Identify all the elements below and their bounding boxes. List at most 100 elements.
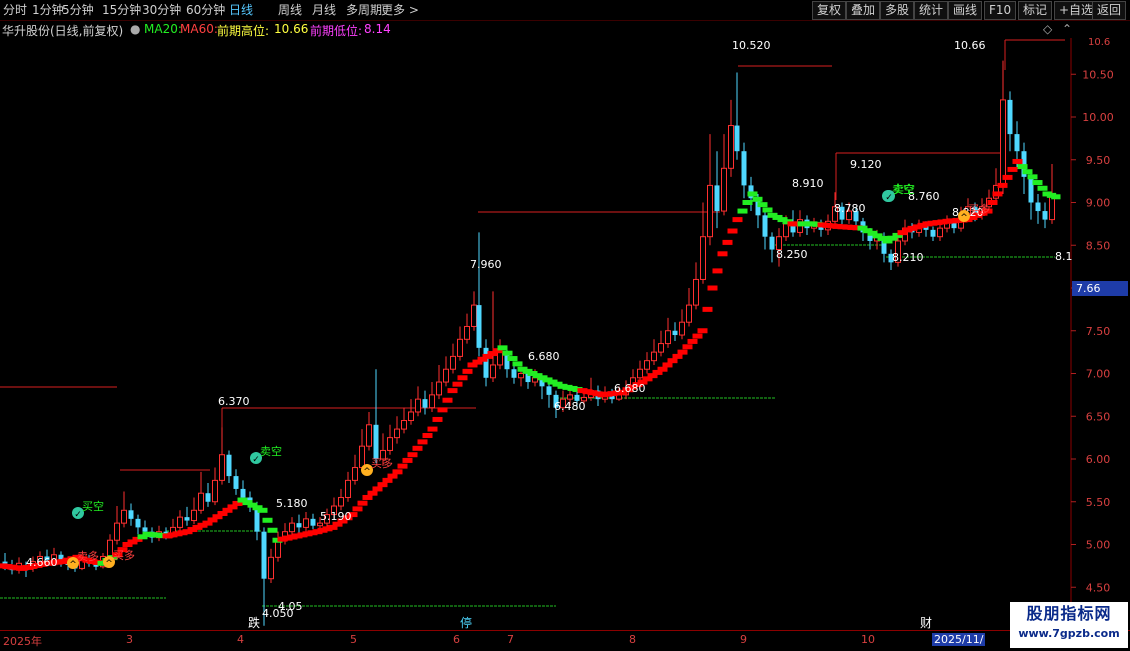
toolbar-button-5[interactable]: F10 [984,1,1017,20]
collapse-icon[interactable]: ⌃ [1062,22,1072,36]
candle-body [658,343,664,353]
prev-high-label: 前期高位: [217,24,270,38]
toolbar-button-8[interactable]: 返回 [1092,1,1127,20]
price-annotation-label: 8.1 [1055,250,1073,263]
candle-body [205,493,211,502]
candle-body [741,151,747,186]
candle-body [359,445,365,469]
candle-body [651,351,657,362]
candle-body [511,369,517,378]
candle-body [135,518,141,528]
settings-icon[interactable]: ● [130,22,140,36]
candle-body [401,420,407,430]
price-annotation-label: 5.190 [320,510,352,523]
candle-body [476,305,482,348]
candlesticks [2,60,1055,626]
price-annotation-label: 10.520 [732,39,771,52]
period-tab-10[interactable]: 更多 > [381,2,419,18]
candle-body [644,360,650,370]
signal-text: 卖空 [260,444,282,458]
candle-body [107,539,113,557]
toolbar-button-6[interactable]: 标记 [1018,1,1053,20]
toolbar-button-0[interactable]: 复权 [812,1,847,20]
period-tab-0[interactable]: 分时 [3,2,27,18]
event-text: 跌 [248,615,260,630]
prev-high-value: 10.66 [274,22,309,36]
price-annotation-label: 8.250 [776,248,808,261]
signal-text: 卖空 [893,182,915,196]
price-axis: 10.5010.009.509.008.508.007.507.006.506.… [1071,38,1114,594]
candle-body [457,338,463,357]
event-text: 停 [460,615,472,630]
candle-body [728,125,734,169]
candle-body [567,394,573,400]
time-label: 2025年 [3,635,42,648]
ma20-label: MA20: [144,22,182,36]
period-tab-1[interactable]: 1分钟 [32,2,64,18]
candle-body [317,522,323,527]
period-tab-8[interactable]: 月线 [312,2,336,18]
candle-body [275,539,281,558]
candle-body [212,479,218,503]
toolbar-button-3[interactable]: 统计 [914,1,949,20]
candle-body [464,325,470,340]
candle-body [672,330,678,336]
candle-body [665,330,671,345]
period-tab-2[interactable]: 5分钟 [62,2,94,18]
period-tab-7[interactable]: 周线 [278,2,302,18]
candle-body [436,381,442,396]
price-annotation-label: 10.66 [954,39,986,52]
toolbar-button-4[interactable]: 画线 [948,1,983,20]
period-tab-5[interactable]: 60分钟 [186,2,225,18]
candle-body [184,517,190,521]
diamond-icon[interactable]: ◇ [1043,22,1052,36]
candle-body [114,522,120,541]
price-tick-label: 8.50 [1086,239,1111,252]
price-tick-label-top: 10.6 [1088,38,1110,48]
event-text: 财 [920,616,932,630]
candle-body [450,355,456,370]
time-label: 5 [350,633,357,646]
candle-body [261,531,267,579]
candle-body [679,321,685,336]
period-tab-3[interactable]: 15分钟 [102,2,141,18]
candle-body [693,278,699,306]
signal-text: 卖多 [77,549,99,563]
time-label: 6 [453,633,460,646]
candle-body [240,488,246,498]
price-annotation-label: 8.210 [892,251,924,264]
candle-body [1035,202,1041,212]
indicator-info-bar: 华升股份(日线,前复权) ● MA20: MA60: 前期高位: 10.66 前… [0,20,1130,38]
candle-body [177,516,183,528]
signal-arrow-icon: ✓ [252,455,260,465]
price-annotation-label: 4.660 [26,556,58,569]
candle-body [422,399,428,408]
period-tab-9[interactable]: 多周期 [346,2,382,18]
watermark-url: www.7gpzb.com [1018,627,1120,640]
candle-body [769,236,775,250]
period-tab-6[interactable]: 日线 [229,2,253,18]
price-annotations: 4.660 6.370 5.180 5.190 7.960 6.680 6.480 6.680… [26,39,1073,630]
candle-body [366,424,372,447]
candle-body [637,368,643,379]
event-marker[interactable]: 停 [459,615,473,630]
ma60-label: MA60: [180,22,218,36]
candle-body [429,394,435,409]
time-current-label: 2025/11/ [932,633,986,646]
candle-body [721,167,727,212]
signal-text: 买多 [968,202,990,216]
toolbar-button-2[interactable]: 多股 [880,1,915,20]
candle-body [198,492,204,511]
candle-body [471,304,477,327]
time-label: 9 [740,633,747,646]
candle-body [408,411,414,422]
event-marker[interactable]: 财 [919,615,933,630]
toolbar-button-1[interactable]: 叠加 [846,1,881,20]
period-tab-4[interactable]: 30分钟 [142,2,181,18]
kline-chart[interactable]: 4.660 6.370 5.180 5.190 7.960 6.680 6.480 6.680… [0,38,1130,630]
signal-arrow-icon: ^ [960,213,968,223]
candle-body [128,510,134,519]
price-annotation-label: 8.780 [834,202,866,215]
event-marker[interactable]: 跌 [247,615,261,630]
candle-body [268,556,274,580]
